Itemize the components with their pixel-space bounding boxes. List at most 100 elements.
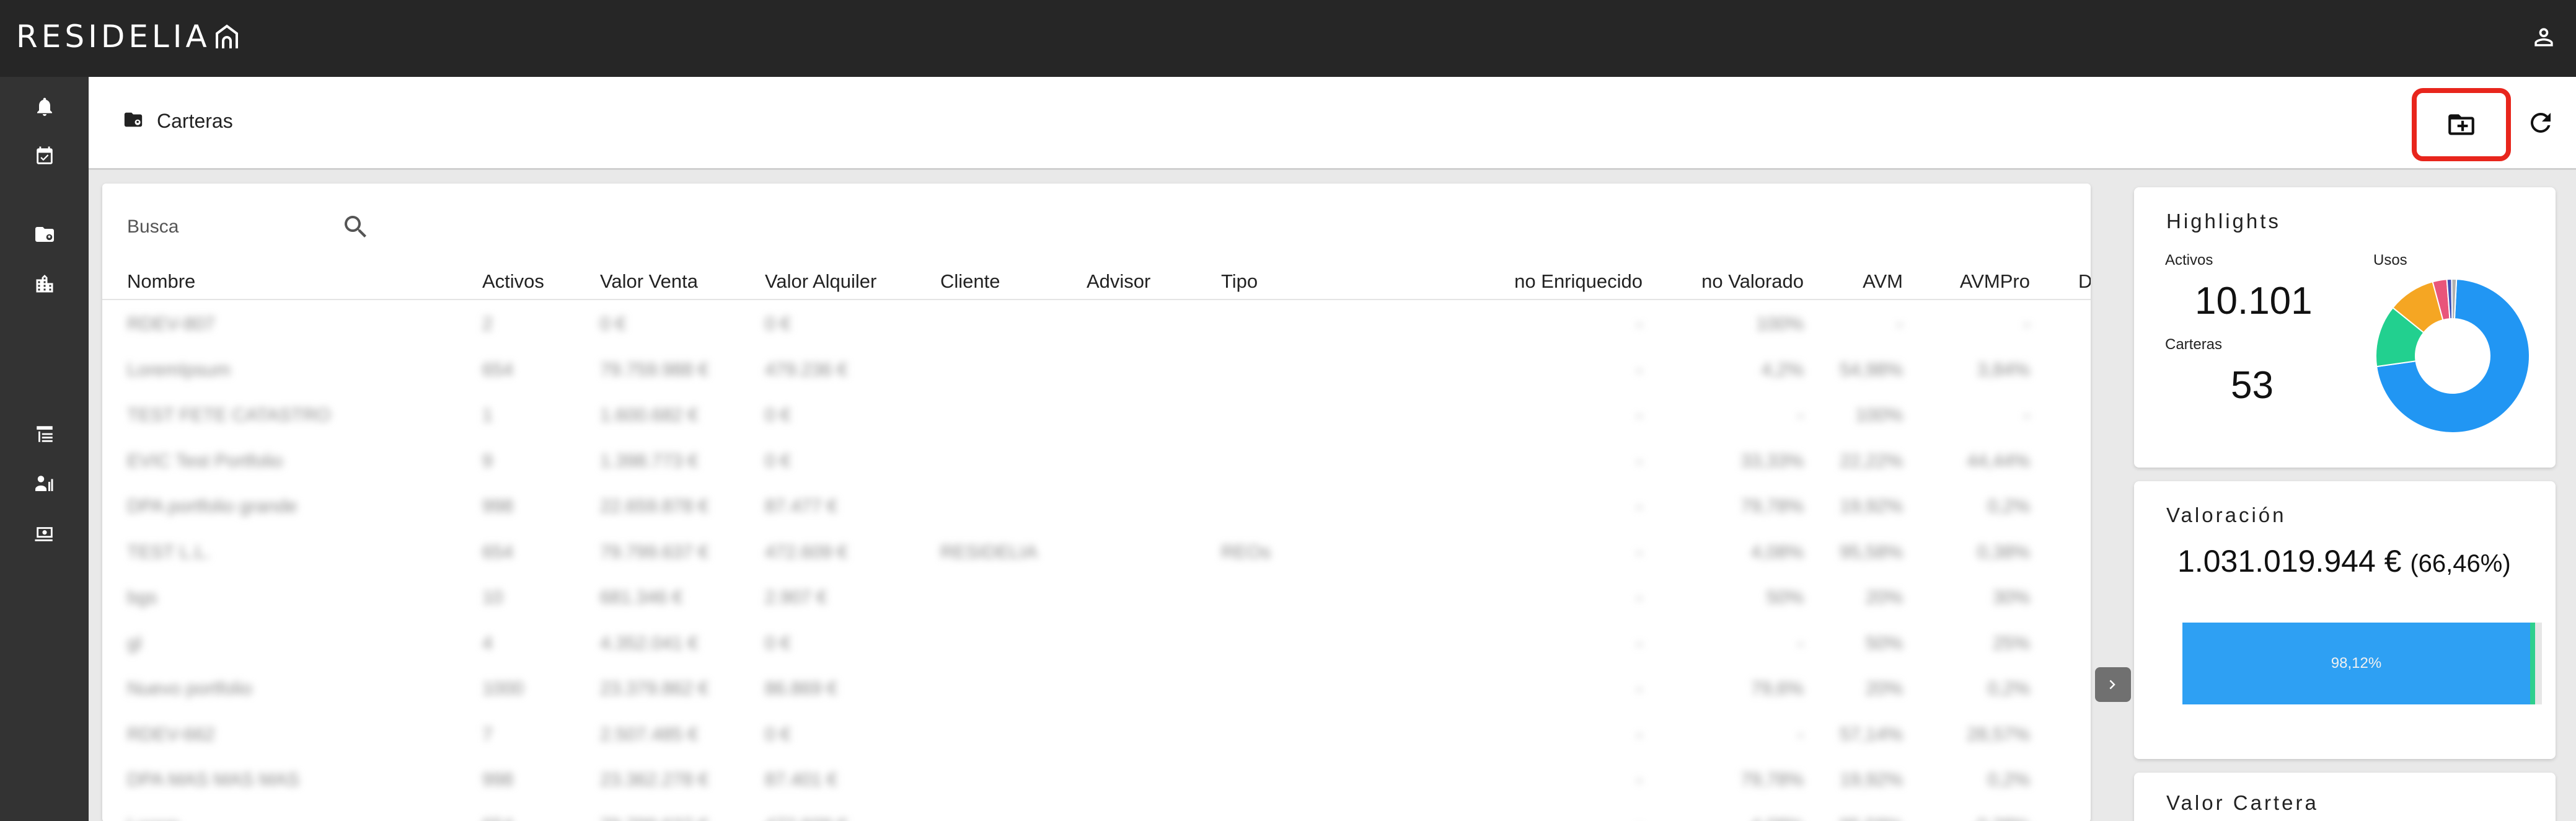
table-cell: 1 — [482, 405, 493, 425]
table-row[interactable]: RDEV-807 2 0 € 0 € - 100% - - — [102, 300, 2091, 346]
valoracion-bar-fill: 98,12% — [2182, 623, 2530, 704]
add-portfolio-button[interactable] — [2412, 88, 2511, 161]
table-cell: 19,92% — [1840, 770, 1903, 790]
valoracion-percent: (66,46%) — [2410, 550, 2511, 577]
table-cell: 472.609 € — [765, 815, 847, 821]
table-cell: 0 € — [765, 724, 791, 745]
calendar-check-icon[interactable] — [33, 145, 56, 167]
column-header[interactable]: Activos — [482, 270, 544, 293]
refresh-button[interactable] — [2523, 105, 2558, 140]
table-cell: RDEV-807 — [127, 314, 215, 334]
column-header[interactable]: Cliente — [940, 270, 1000, 293]
table-cell: - — [1797, 724, 1804, 745]
table-cell: 57,14% — [1840, 724, 1903, 745]
table-cell: 654 — [482, 815, 513, 821]
list-report-icon[interactable] — [33, 423, 56, 445]
search-input[interactable]: Busca — [127, 216, 341, 237]
table-cell: 2.907 € — [765, 587, 827, 608]
table-cell: 100% — [1756, 314, 1804, 334]
valoracion-bar-remainder — [2530, 623, 2535, 704]
bell-icon[interactable] — [33, 95, 56, 118]
house-logo-icon — [215, 24, 238, 48]
portfolios-table-card: Busca Nombre Activos Valor Venta Valor Alqu… — [102, 184, 2091, 821]
table-cell: 79,78% — [1740, 496, 1804, 517]
column-header[interactable]: Nombre — [127, 270, 195, 293]
table-row[interactable]: Lorem 654 79.799.637 € 472.609 € - 4,08% 95,58… — [102, 802, 2091, 821]
table-row[interactable]: Nuevo portfolio 1000 23.379.862 € 86.869 € -… — [102, 665, 2091, 711]
column-header[interactable]: AVMPro — [1960, 270, 2030, 293]
column-header[interactable]: Valor Venta — [600, 270, 698, 293]
table-cell: 22,22% — [1840, 450, 1903, 471]
table-cell: 4 — [482, 632, 493, 654]
table-cell: gl — [127, 632, 142, 654]
money-icon[interactable] — [33, 522, 56, 544]
table-row[interactable]: TEST FETE CATASTRO 1 1.600.682 € 0 € - - 100% - — [102, 391, 2091, 437]
search-icon[interactable] — [341, 212, 371, 242]
table-cell: 472.609 € — [765, 541, 848, 562]
page-title: Carteras — [157, 110, 233, 132]
table-row[interactable]: DPA portfolio grande 998 22.659.878 € 87.47… — [102, 482, 2091, 528]
table-row[interactable]: RDEV-662 7 2.507.485 € 0 € - - 57,14% 28,57% — [102, 711, 2091, 757]
table-cell: - — [1636, 314, 1643, 334]
table-cell: 33,33% — [1740, 450, 1804, 471]
table-cell: 654 — [482, 359, 514, 380]
table-cell: DPA portfolio grande — [127, 496, 298, 517]
table-cell: 0,2% — [1987, 496, 2030, 517]
table-cell: 0,38% — [1977, 541, 2030, 562]
table-row[interactable]: TEST L.L. 654 79.799.637 € 472.609 € RESIDEL… — [102, 528, 2091, 574]
table-cell: bgs — [127, 587, 157, 608]
table-cell: - — [1797, 405, 1804, 425]
table-cell: 23.362.278 € — [600, 770, 709, 790]
panel-toggle-button[interactable] — [2095, 667, 2131, 702]
table-cell: 1.398.773 € — [600, 450, 699, 471]
column-header[interactable]: Valor Alquiler — [765, 270, 876, 293]
table-cell: EVIC Test Portfolio — [127, 450, 283, 471]
table-cell: 100% — [1855, 405, 1903, 425]
table-cell: 22.659.878 € — [600, 496, 709, 517]
valoracion-title: Valoración — [2166, 504, 2287, 526]
search-bar[interactable]: Busca — [127, 208, 387, 246]
table-cell: 998 — [482, 770, 514, 790]
table-cell: 0 € — [600, 314, 626, 334]
column-header[interactable]: Tipo — [1221, 270, 1258, 293]
table-cell: 2.507.485 € — [600, 724, 699, 745]
user-account-icon[interactable] — [2530, 24, 2557, 54]
table-row[interactable]: LoremIpsum 654 79.759.988 € 479.236 € - 4,2% 5… — [102, 346, 2091, 392]
table-cell: - — [1897, 314, 1903, 334]
table-cell: - — [2024, 405, 2030, 425]
carteras-value: 53 — [2231, 364, 2274, 407]
folder-location-icon[interactable] — [33, 223, 56, 246]
table-cell: DPA MAS MAS MAS — [127, 770, 299, 790]
table-cell: 79,6% — [1750, 678, 1804, 699]
top-bar: RESIDELIA — [0, 0, 2576, 77]
user-chart-icon[interactable] — [33, 473, 56, 495]
table-cell: 0,2% — [1987, 678, 2030, 699]
activos-label: Activos — [2165, 252, 2213, 268]
valor-cartera-title: Valor Cartera — [2166, 791, 2319, 814]
table-row[interactable]: bgs 10 681.346 € 2.907 € - 50% 20% 30% — [102, 574, 2091, 619]
column-header[interactable]: Advisor — [1087, 270, 1150, 293]
table-cell: - — [1636, 405, 1643, 425]
buildings-icon[interactable] — [33, 273, 56, 295]
column-header[interactable]: no Enriquecido — [1514, 270, 1643, 293]
column-header[interactable]: AVM — [1863, 270, 1903, 293]
table-row[interactable]: gl 4 4.352.041 € 0 € - - 50% 25% — [102, 619, 2091, 665]
table-body: RDEV-807 2 0 € 0 € - 100% - - LoremIpsum 654 79.75… — [102, 300, 2091, 821]
table-cell: 10 — [482, 587, 503, 608]
table-cell: 50% — [1865, 632, 1903, 654]
table-cell: 79.799.637 € — [600, 815, 708, 821]
activos-value: 10.101 — [2195, 280, 2313, 322]
column-header[interactable]: D — [2078, 270, 2091, 293]
table-cell: 4,08% — [1750, 541, 1804, 562]
table-cell: - — [1636, 450, 1643, 471]
sidebar — [0, 77, 89, 821]
table-cell: 998 — [482, 496, 514, 517]
highlights-card: Highlights Activos 10.101 Carteras 53 Us… — [2134, 187, 2556, 468]
table-cell: 3,84% — [1977, 359, 2030, 380]
usos-donut-chart — [2375, 278, 2530, 433]
logo[interactable]: RESIDELIA — [16, 19, 239, 55]
table-row[interactable]: DPA MAS MAS MAS 998 23.362.278 € 87.401 € - 7… — [102, 756, 2091, 802]
logo-text: RESIDELIA — [16, 19, 211, 55]
table-row[interactable]: EVIC Test Portfolio 9 1.398.773 € 0 € - 33,33… — [102, 437, 2091, 483]
column-header[interactable]: no Valorado — [1701, 270, 1804, 293]
